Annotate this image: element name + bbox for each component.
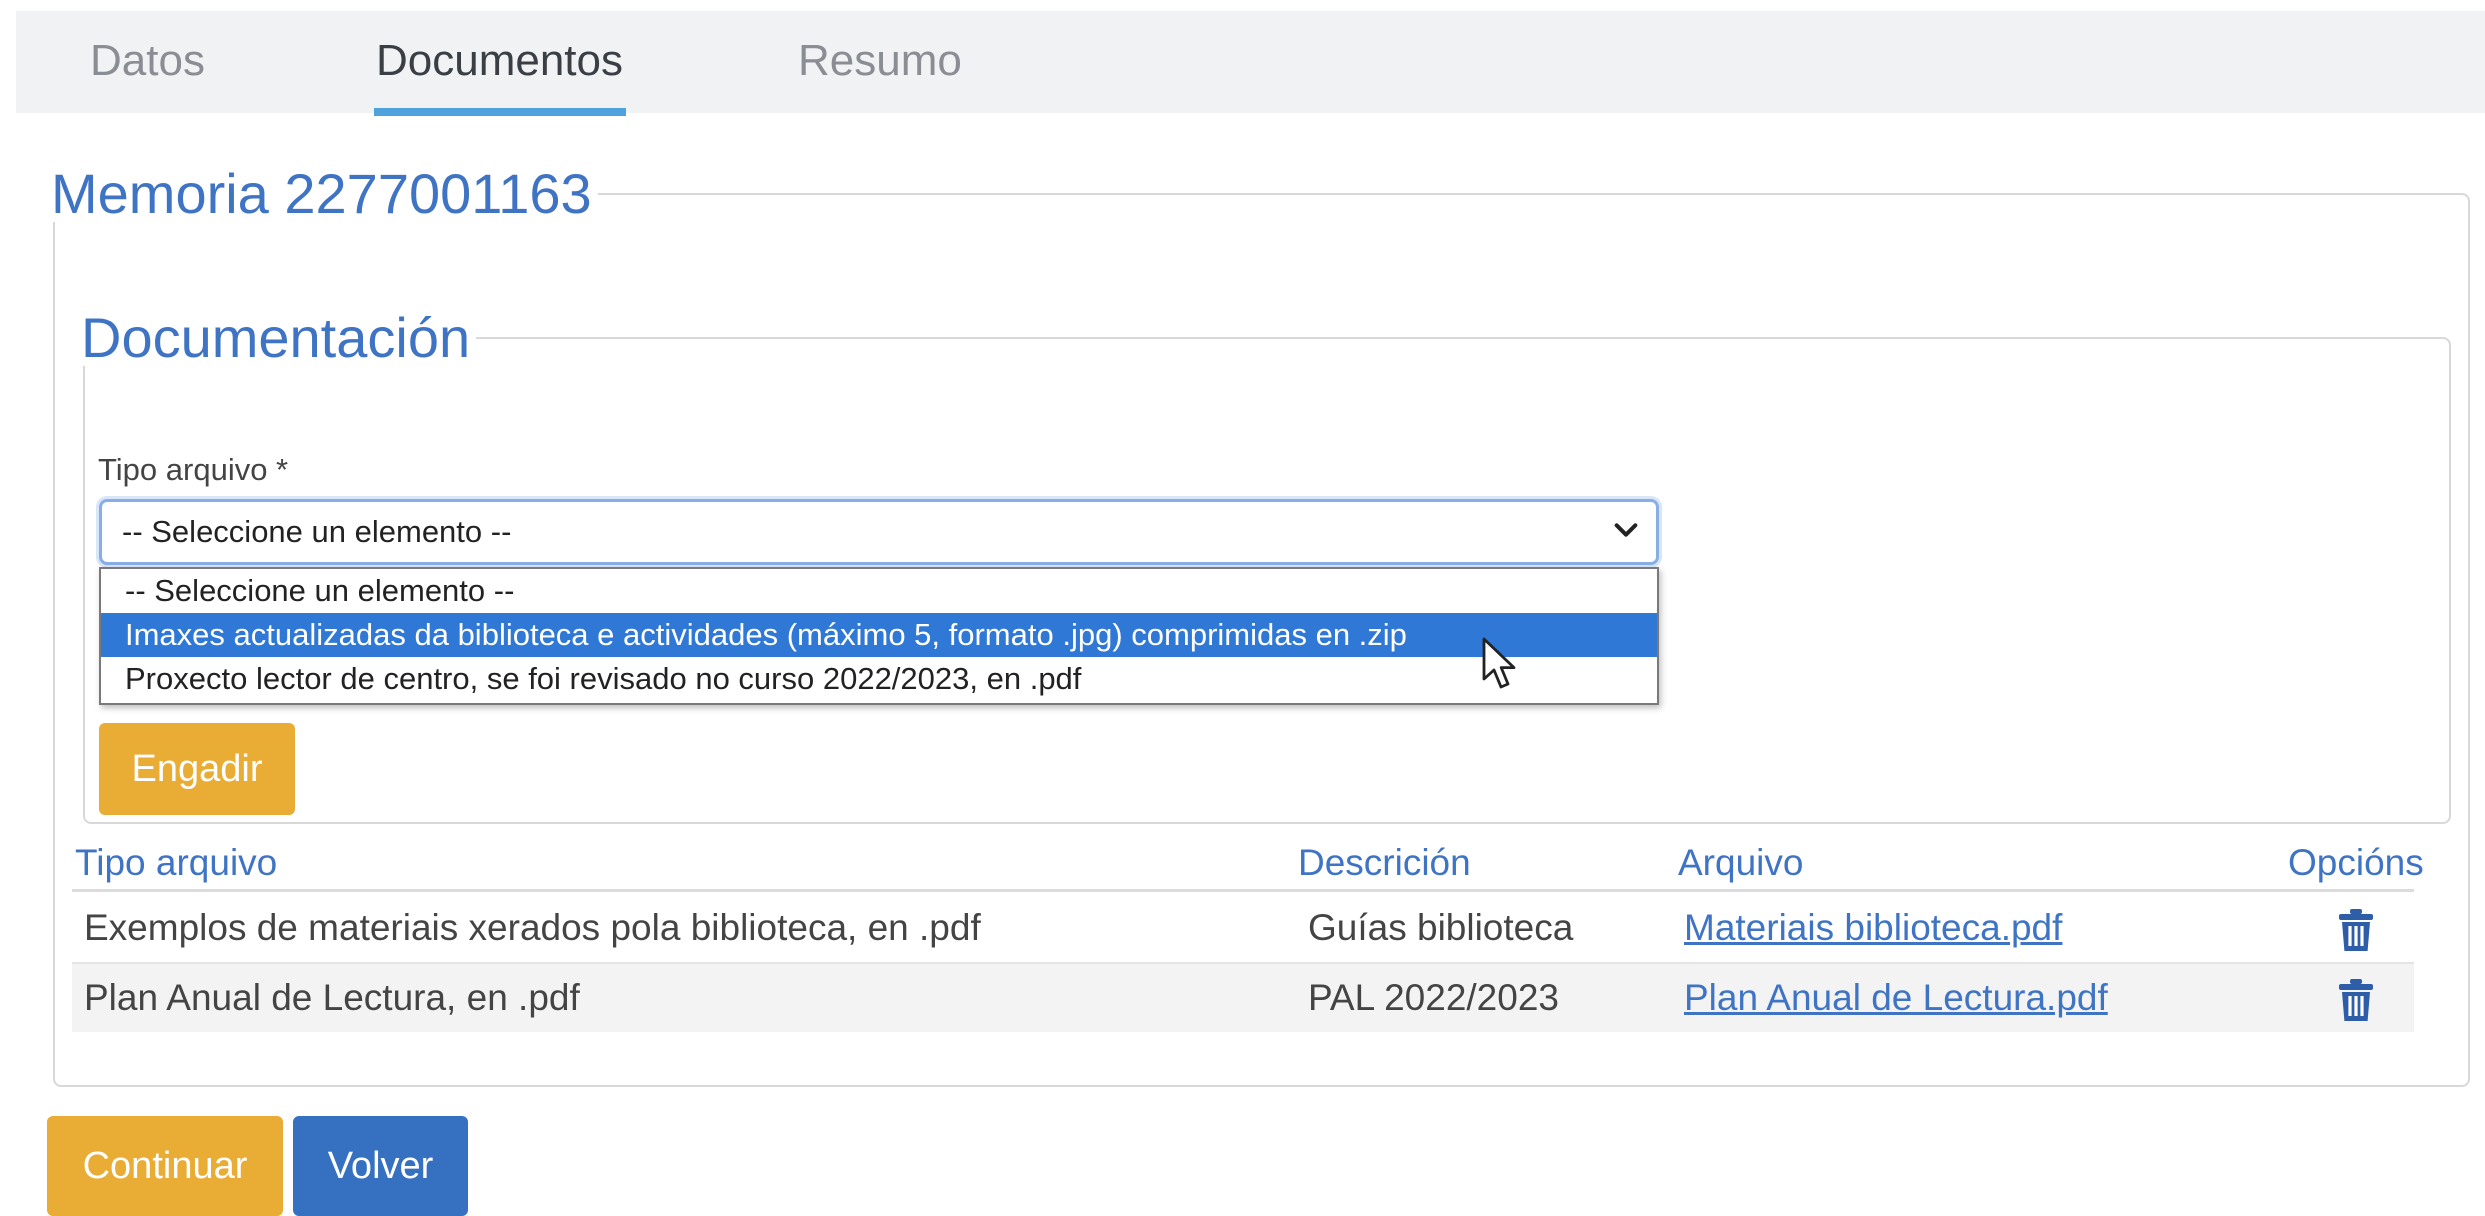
cell-descricion: Guías biblioteca [1308,907,1574,948]
cell-tipo: Exemplos de materiais xerados pola bibli… [84,907,981,948]
dropdown-option[interactable]: Proxecto lector de centro, se foi revisa… [101,657,1657,701]
dropdown-option[interactable]: -- Seleccione un elemento -- [101,569,1657,613]
memoria-title: Memoria 2277001163 [51,162,592,225]
active-tab-indicator [374,108,626,116]
continuar-button[interactable]: Continuar [47,1116,283,1216]
tipo-arquivo-select[interactable]: -- Seleccione un elemento -- [99,499,1659,565]
tipo-arquivo-label: Tipo arquivo * [98,452,289,487]
dropdown-option-highlighted[interactable]: Imaxes actualizadas da biblioteca e acti… [101,613,1657,657]
table-row: Exemplos de materiais xerados pola bibli… [72,894,2414,964]
column-header-descricion: Descrición [1298,842,1471,883]
trash-icon[interactable] [2338,978,2374,1022]
chevron-down-icon [1614,523,1638,537]
file-link[interactable]: Plan Anual de Lectura.pdf [1684,977,2108,1018]
column-header-arquivo: Arquivo [1678,842,1804,883]
cell-descricion: PAL 2022/2023 [1308,977,1559,1018]
documentacion-title: Documentación [81,306,471,369]
tab-documentos[interactable]: Documentos [376,11,623,113]
tab-resumo[interactable]: Resumo [798,11,962,113]
trash-icon[interactable] [2338,908,2374,952]
column-header-tipo: Tipo arquivo [75,842,278,883]
engadir-button[interactable]: Engadir [99,723,295,815]
select-value: -- Seleccione un elemento -- [122,514,512,549]
table-header-divider [72,889,2414,892]
tipo-arquivo-dropdown: -- Seleccione un elemento -- Imaxes actu… [99,567,1659,705]
tab-bar: Datos Documentos Resumo [16,11,2485,113]
mouse-cursor-icon [1482,637,1516,689]
cell-tipo: Plan Anual de Lectura, en .pdf [84,977,580,1018]
volver-button[interactable]: Volver [293,1116,468,1216]
column-header-opcions: Opcións [2288,842,2424,883]
table-row: Plan Anual de Lectura, en .pdf PAL 2022/… [72,964,2414,1032]
file-link[interactable]: Materiais biblioteca.pdf [1684,907,2062,948]
tab-datos[interactable]: Datos [90,11,205,113]
